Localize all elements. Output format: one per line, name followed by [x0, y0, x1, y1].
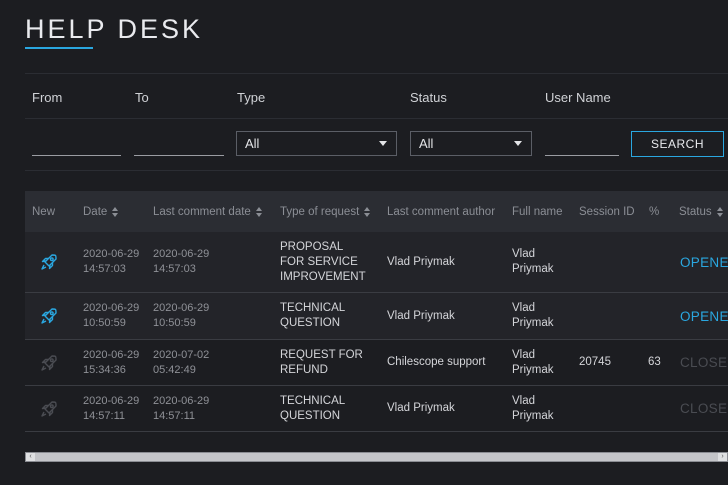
status-badge: OPENED	[680, 308, 728, 324]
col-last-comment-author: Last comment author	[387, 205, 496, 218]
last-comment-author-cell: Chilescope support	[387, 356, 486, 368]
page-title: HELP DESK	[25, 14, 204, 44]
rocket-icon	[39, 386, 59, 431]
status-select-value: All	[419, 136, 434, 151]
type-of-request-cell: PROPOSAL FOR SERVICE IMPROVEMENT	[280, 240, 366, 283]
full-name-cell: Vlad Priymak	[512, 348, 554, 376]
type-of-request-cell: TECHNICAL QUESTION	[280, 302, 345, 329]
scroll-right-icon[interactable]: ›	[718, 453, 727, 461]
table-header: New Date Last comment date Type of reque…	[25, 191, 728, 232]
last-comment-date-cell: 2020-06-29 14:57:11	[153, 394, 210, 422]
last-comment-date-cell: 2020-07-02 05:42:49	[153, 348, 210, 376]
table-row[interactable]: 2020-06-29 14:57:11 2020-06-29 14:57:11 TE…	[25, 386, 728, 432]
from-date-input[interactable]	[32, 134, 121, 156]
col-full-name: Full name	[512, 205, 563, 218]
divider	[25, 170, 728, 171]
last-comment-author-cell: Vlad Priymak	[387, 309, 455, 322]
status-badge: OPENED	[680, 254, 728, 270]
username-label: User Name	[545, 90, 611, 105]
last-comment-author-cell: Vlad Priymak	[387, 255, 455, 268]
rocket-icon	[39, 293, 59, 339]
to-date-input[interactable]	[134, 134, 224, 156]
divider	[25, 73, 728, 74]
search-button[interactable]: SEARCH	[631, 131, 724, 157]
col-session-id: Session ID	[579, 205, 635, 218]
scroll-left-icon[interactable]: ‹	[26, 453, 35, 461]
sort-icon[interactable]	[255, 206, 262, 217]
last-comment-author-cell: Vlad Priymak	[387, 402, 455, 414]
col-last-comment-date[interactable]: Last comment date	[153, 191, 262, 232]
username-input[interactable]	[545, 134, 619, 156]
date-cell: 2020-06-29 14:57:03	[83, 248, 140, 275]
type-select[interactable]: All	[236, 131, 397, 156]
status-label: Status	[410, 90, 447, 105]
status-badge: CLOSED	[680, 355, 728, 370]
full-name-cell: Vlad Priymak	[512, 302, 554, 329]
status-select[interactable]: All	[410, 131, 532, 156]
title-underline	[25, 47, 93, 49]
table-row[interactable]: 2020-06-29 10:50:59 2020-06-29 10:50:59 TE…	[25, 293, 728, 340]
full-name-cell: Vlad Priymak	[512, 248, 554, 275]
col-type-of-request[interactable]: Type of request	[280, 191, 371, 232]
percent-cell: 63	[648, 356, 661, 368]
last-comment-date-cell: 2020-06-29 10:50:59	[153, 302, 210, 329]
date-cell: 2020-06-29 15:34:36	[83, 348, 140, 376]
sort-icon[interactable]	[112, 206, 119, 217]
col-date[interactable]: Date	[83, 191, 119, 232]
type-of-request-cell: TECHNICAL QUESTION	[280, 394, 345, 422]
type-label: Type	[237, 90, 266, 105]
rocket-icon	[39, 340, 59, 385]
last-comment-date-cell: 2020-06-29 14:57:03	[153, 248, 210, 275]
from-label: From	[32, 90, 63, 105]
rocket-icon	[39, 232, 59, 292]
col-new: New	[32, 205, 56, 218]
date-cell: 2020-06-29 14:57:11	[83, 394, 140, 422]
status-badge: CLOSED	[680, 401, 728, 416]
chevron-down-icon	[514, 141, 522, 146]
to-label: To	[135, 90, 149, 105]
chevron-down-icon	[379, 141, 387, 146]
scrollbar-thumb[interactable]	[35, 453, 718, 461]
sort-icon[interactable]	[364, 206, 371, 217]
date-cell: 2020-06-29 10:50:59	[83, 302, 140, 329]
col-status[interactable]: Status	[679, 191, 723, 232]
divider	[25, 118, 728, 119]
table-row[interactable]: 2020-06-29 14:57:03 2020-06-29 14:57:03 PR…	[25, 232, 728, 293]
full-name-cell: Vlad Priymak	[512, 394, 554, 422]
col-percent: %	[649, 205, 660, 218]
type-of-request-cell: REQUEST FOR REFUND	[280, 348, 363, 376]
type-select-value: All	[245, 136, 260, 151]
horizontal-scrollbar[interactable]: ‹ ›	[25, 452, 728, 462]
table-row[interactable]: 2020-06-29 15:34:36 2020-07-02 05:42:49 RE…	[25, 340, 728, 386]
session-id-cell: 20745	[579, 356, 611, 368]
sort-icon[interactable]	[716, 206, 723, 217]
